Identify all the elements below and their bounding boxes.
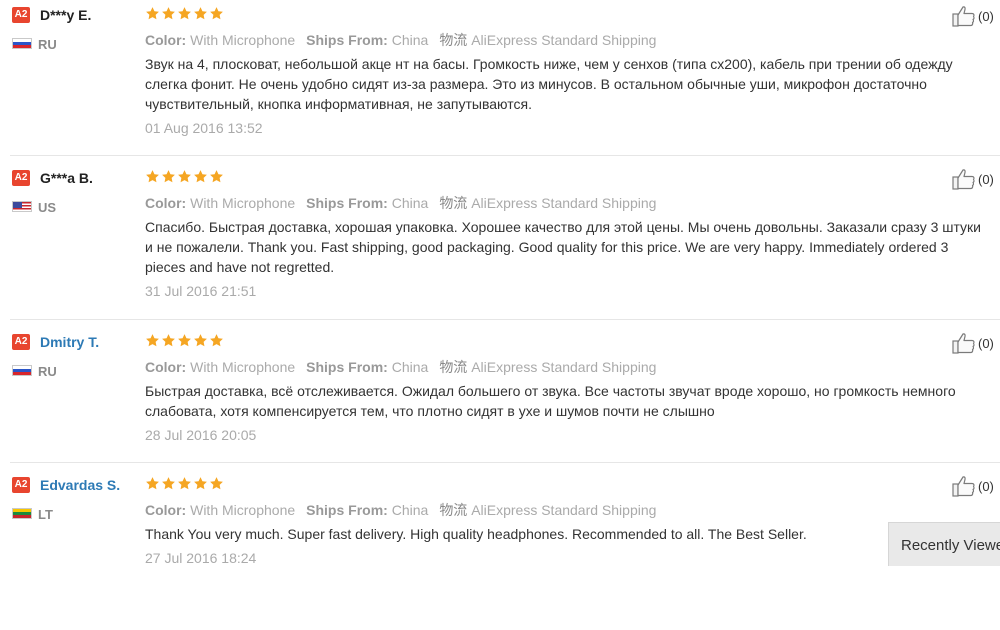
- star-icon: [162, 170, 175, 183]
- ships-from-value: China: [391, 32, 429, 48]
- buyer-level-badge: A2: [12, 334, 30, 350]
- buyer-country: RU: [38, 37, 57, 52]
- star-icon: [194, 7, 207, 20]
- logistics-icon: 物流: [439, 502, 468, 518]
- star-rating: [145, 6, 224, 22]
- buyer-country: LT: [38, 507, 53, 522]
- logistics-icon: 物流: [439, 359, 468, 375]
- thumbs-up-icon: [952, 6, 975, 27]
- star-icon: [210, 334, 223, 347]
- order-info: Color: With Microphone Ships From: China 物…: [145, 500, 656, 520]
- divider: [10, 155, 1000, 156]
- color-value: With Microphone: [190, 32, 296, 48]
- helpful-count: (0): [978, 171, 994, 187]
- star-icon: [194, 334, 207, 347]
- logistics-icon: 物流: [439, 195, 468, 211]
- shipping-method: AliExpress Standard Shipping: [471, 502, 657, 518]
- star-icon: [162, 334, 175, 347]
- buyer-name: G***a B.: [40, 170, 93, 186]
- country-flag-icon: [12, 365, 32, 376]
- helpful-button[interactable]: (0): [952, 168, 994, 190]
- color-label: Color:: [145, 195, 187, 211]
- review-item: A2 Dmitry T. RU Color: With Microphone Ships…: [0, 327, 1000, 487]
- color-label: Color:: [145, 502, 187, 518]
- star-icon: [178, 7, 191, 20]
- order-info: Color: With Microphone Ships From: China 物…: [145, 30, 656, 50]
- ships-from-value: China: [391, 359, 429, 375]
- helpful-button[interactable]: (0): [952, 475, 994, 497]
- country-flag-icon: [12, 508, 32, 519]
- recently-viewed-tab[interactable]: Recently Viewed: [888, 522, 1000, 566]
- thumbs-up-icon: [952, 476, 975, 497]
- shipping-method: AliExpress Standard Shipping: [471, 359, 657, 375]
- buyer-name: D***y E.: [40, 7, 92, 23]
- star-icon: [162, 7, 175, 20]
- star-icon: [210, 477, 223, 490]
- review-text: Звук на 4, плосковат, небольшой акце нт …: [145, 56, 953, 112]
- star-icon: [162, 477, 175, 490]
- star-rating: [145, 169, 224, 185]
- star-icon: [146, 334, 159, 347]
- color-value: With Microphone: [190, 359, 296, 375]
- buyer-level-badge: A2: [12, 7, 30, 23]
- star-icon: [146, 170, 159, 183]
- review-text: Спасибо. Быстрая доставка, хорошая упако…: [145, 219, 982, 275]
- helpful-count: (0): [978, 335, 994, 351]
- review-text: Thank You very much. Super fast delivery…: [145, 526, 807, 542]
- thumbs-up-icon: [952, 333, 975, 354]
- star-rating: [145, 476, 224, 492]
- review-date: 31 Jul 2016 21:51: [145, 283, 257, 299]
- star-icon: [194, 477, 207, 490]
- buyer-name[interactable]: Edvardas S.: [40, 477, 120, 493]
- ships-from-value: China: [391, 502, 429, 518]
- star-icon: [178, 477, 191, 490]
- thumbs-up-icon: [952, 169, 975, 190]
- buyer-country: US: [38, 200, 57, 215]
- helpful-count: (0): [978, 8, 994, 24]
- buyer-name[interactable]: Dmitry T.: [40, 334, 99, 350]
- review-date: 28 Jul 2016 20:05: [145, 427, 257, 443]
- color-label: Color:: [145, 32, 187, 48]
- shipping-method: AliExpress Standard Shipping: [471, 195, 657, 211]
- ships-from-label: Ships From:: [306, 359, 388, 375]
- ships-from-label: Ships From:: [306, 195, 388, 211]
- helpful-button[interactable]: (0): [952, 5, 994, 27]
- star-icon: [178, 334, 191, 347]
- color-label: Color:: [145, 359, 187, 375]
- helpful-count: (0): [978, 478, 994, 494]
- star-icon: [210, 170, 223, 183]
- review-item: A2 G***a B. US Color: With Microphone Ships …: [0, 163, 1000, 323]
- ships-from-label: Ships From:: [306, 502, 388, 518]
- shipping-method: AliExpress Standard Shipping: [471, 32, 657, 48]
- review-date: 01 Aug 2016 13:52: [145, 120, 263, 136]
- divider: [10, 462, 1000, 463]
- country-flag-icon: [12, 38, 32, 49]
- helpful-button[interactable]: (0): [952, 332, 994, 354]
- review-item: A2 Edvardas S. LT Color: With Microphone Shi…: [0, 470, 1000, 630]
- review-date: 27 Jul 2016 18:24: [145, 550, 257, 566]
- star-rating: [145, 333, 224, 349]
- buyer-level-badge: A2: [12, 170, 30, 186]
- star-icon: [194, 170, 207, 183]
- color-value: With Microphone: [190, 502, 296, 518]
- order-info: Color: With Microphone Ships From: China 物…: [145, 357, 656, 377]
- review-text: Быстрая доставка, всё отслеживается. Ожи…: [145, 383, 956, 419]
- country-flag-icon: [12, 201, 32, 212]
- buyer-country: RU: [38, 364, 57, 379]
- divider: [10, 319, 1000, 320]
- star-icon: [146, 477, 159, 490]
- color-value: With Microphone: [190, 195, 296, 211]
- order-info: Color: With Microphone Ships From: China 物…: [145, 193, 656, 213]
- ships-from-label: Ships From:: [306, 32, 388, 48]
- star-icon: [178, 170, 191, 183]
- star-icon: [146, 7, 159, 20]
- star-icon: [210, 7, 223, 20]
- ships-from-value: China: [391, 195, 429, 211]
- logistics-icon: 物流: [439, 32, 468, 48]
- review-item: A2 D***y E. RU Color: With Microphone Ships …: [0, 0, 1000, 160]
- buyer-level-badge: A2: [12, 477, 30, 493]
